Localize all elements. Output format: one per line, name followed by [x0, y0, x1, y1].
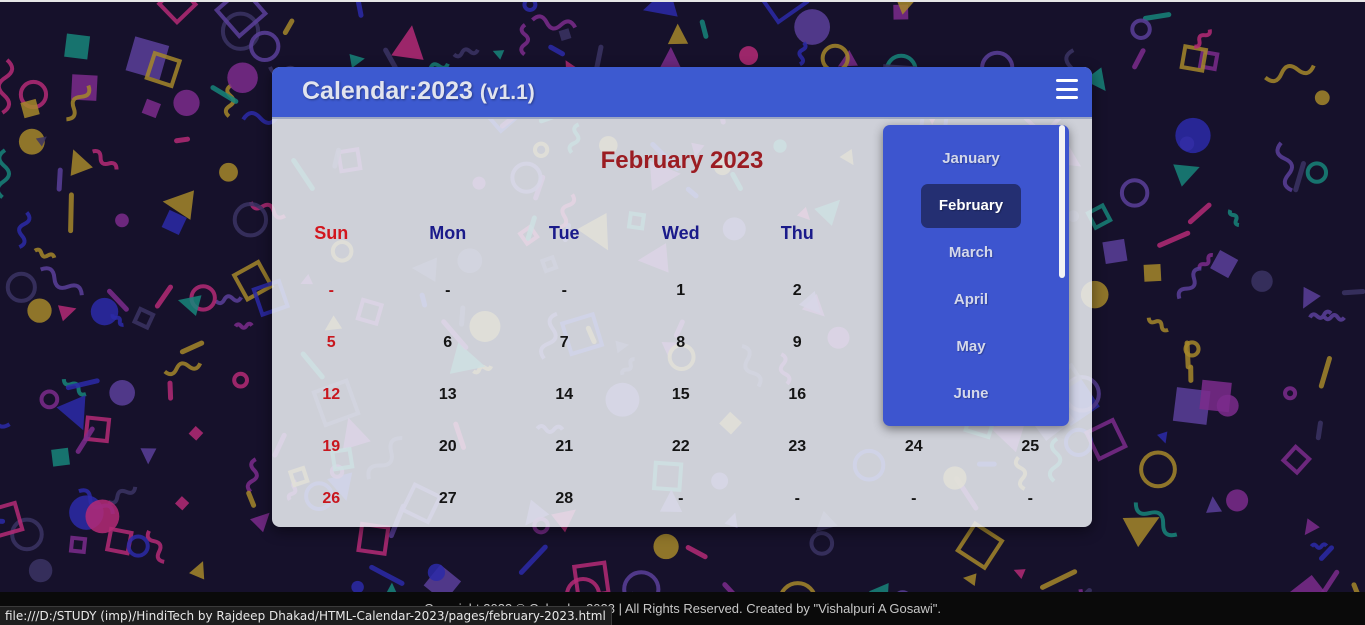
month-dropdown-panel[interactable]: January February March April May June	[883, 125, 1069, 426]
menu-bar	[1056, 87, 1078, 91]
day-cell: 6	[443, 334, 453, 351]
month-item-february[interactable]: February	[921, 184, 1021, 228]
day-cell: 26	[322, 490, 341, 507]
day-cell: 21	[555, 438, 574, 455]
month-item-june[interactable]: June	[921, 372, 1021, 416]
day-cell: 2	[792, 282, 802, 299]
day-cell: 19	[322, 438, 341, 455]
month-item-march[interactable]: March	[921, 231, 1021, 275]
day-cell: 22	[671, 438, 690, 455]
day-cell: 16	[788, 386, 807, 403]
day-cell: 5	[326, 334, 336, 351]
day-cell: -	[911, 490, 917, 507]
menu-bar	[1056, 96, 1078, 99]
day-cell: 25	[1021, 438, 1040, 455]
day-cell: -	[794, 490, 800, 507]
app-title: Calendar:2023 (v1.1)	[302, 77, 535, 106]
day-cell: 12	[322, 386, 341, 403]
browser-status-bar: file:///D:/STUDY (imp)/HindiTech by Rajd…	[0, 606, 612, 625]
day-cell: 28	[555, 490, 574, 507]
month-item-january[interactable]: January	[921, 137, 1021, 181]
month-panel-scrollbar[interactable]	[1059, 125, 1065, 278]
hamburger-menu-icon[interactable]	[1056, 79, 1078, 99]
month-item-may[interactable]: May	[921, 325, 1021, 369]
day-name-thu: Thu	[780, 223, 814, 243]
day-cell: 23	[788, 438, 807, 455]
menu-bar	[1056, 79, 1078, 82]
day-cell: 7	[559, 334, 569, 351]
window-top-border	[0, 0, 1365, 2]
calendar-header: Calendar:2023 (v1.1)	[272, 67, 1092, 119]
day-cell: 15	[671, 386, 690, 403]
month-item-april[interactable]: April	[921, 278, 1021, 322]
day-cell: -	[1027, 490, 1033, 507]
day-cell: 1	[676, 282, 686, 299]
day-cell: 9	[792, 334, 802, 351]
day-cell: 24	[904, 438, 923, 455]
status-url: file:///D:/STUDY (imp)/HindiTech by Rajd…	[5, 609, 606, 623]
day-cell: -	[445, 282, 451, 299]
day-cell: 8	[676, 334, 686, 351]
day-cell: 14	[555, 386, 574, 403]
day-cell: 20	[438, 438, 457, 455]
day-name-mon: Mon	[429, 223, 467, 243]
day-cell: 27	[438, 490, 457, 507]
app-title-text: Calendar:2023	[302, 77, 473, 105]
day-name-wed: Wed	[661, 223, 700, 243]
day-cell: -	[328, 282, 334, 299]
day-cell: -	[561, 282, 567, 299]
day-name-sun: Sun	[314, 223, 349, 243]
day-cell: -	[678, 490, 684, 507]
app-version: (v1.1)	[479, 81, 535, 104]
day-cell: 13	[438, 386, 457, 403]
day-name-tue: Tue	[548, 223, 580, 243]
